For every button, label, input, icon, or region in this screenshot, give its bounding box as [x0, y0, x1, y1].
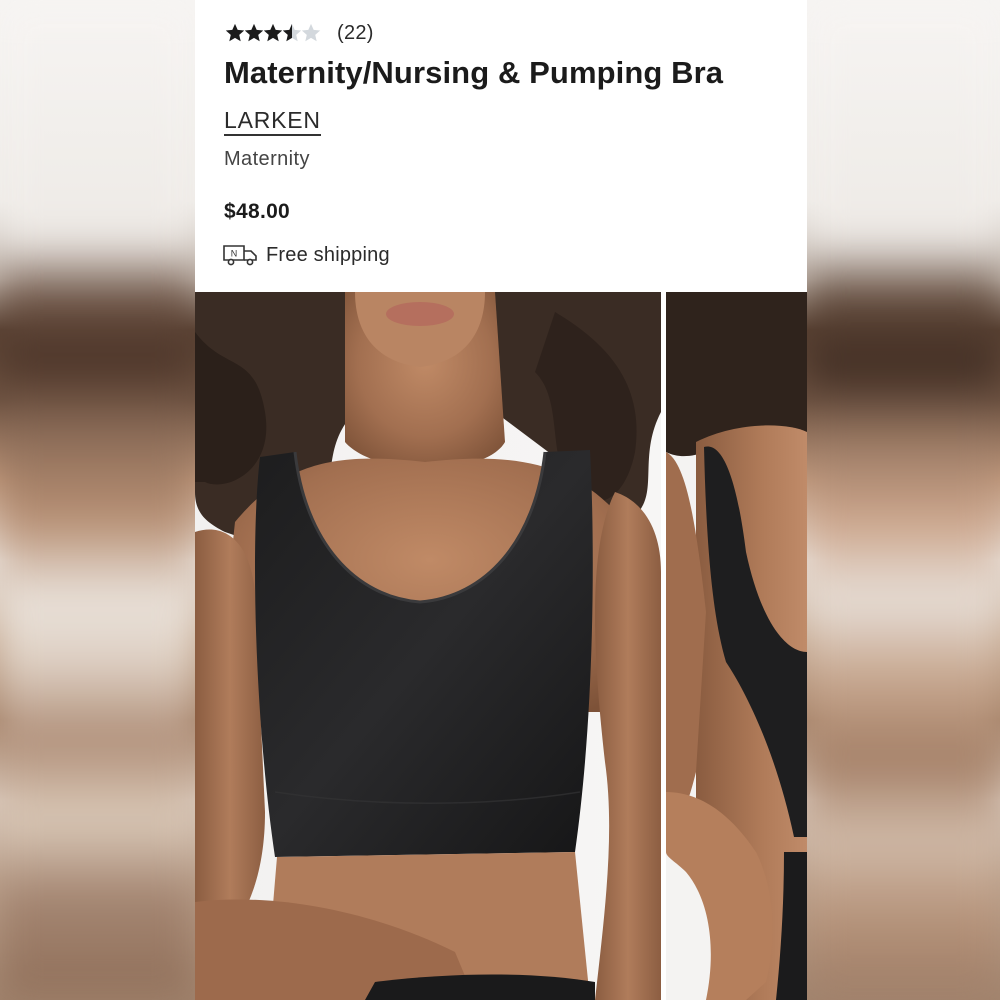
- brand-link[interactable]: LARKEN: [224, 107, 321, 136]
- shipping-label: Free shipping: [266, 243, 390, 266]
- product-photo-front[interactable]: [195, 292, 661, 1000]
- shipping-info: N Free shipping: [222, 243, 390, 267]
- product-photo-side[interactable]: [666, 292, 807, 1000]
- product-card: (22) Maternity/Nursing & Pumping Bra LAR…: [195, 0, 807, 1000]
- product-photo-front-image: [195, 292, 661, 1000]
- star-icon: [301, 23, 321, 42]
- blurred-backdrop-left: [0, 0, 195, 1000]
- star-rating: [224, 22, 321, 44]
- svg-text:N: N: [231, 249, 238, 259]
- product-category: Maternity: [224, 148, 310, 170]
- rating-row[interactable]: (22): [224, 20, 374, 46]
- product-price: $48.00: [224, 200, 291, 223]
- product-title: Maternity/Nursing & Pumping Bra: [224, 55, 724, 90]
- product-info: (22) Maternity/Nursing & Pumping Bra LAR…: [195, 0, 807, 292]
- review-count[interactable]: (22): [337, 22, 374, 45]
- delivery-truck-icon: N: [223, 245, 257, 266]
- product-photo-side-image: [666, 292, 807, 1000]
- blurred-backdrop-right: [807, 0, 1000, 1000]
